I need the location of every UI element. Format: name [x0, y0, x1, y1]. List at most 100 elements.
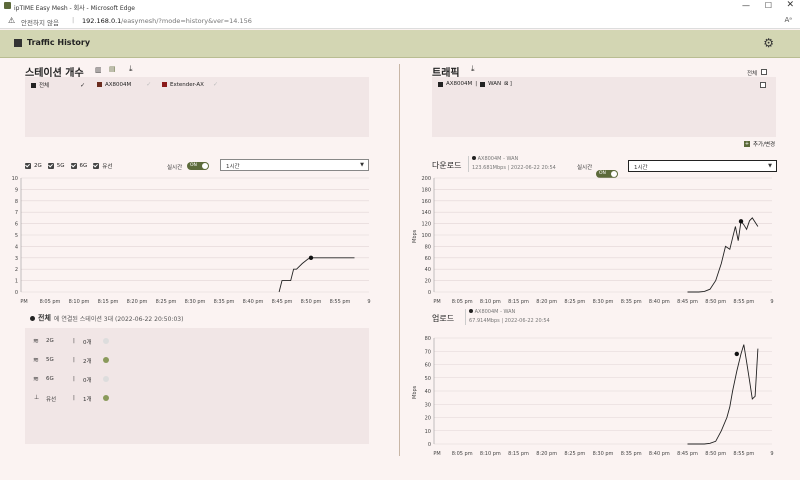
x-tick-label: 8:20 pm [536, 299, 557, 305]
chevron-down-icon: ▼ [360, 162, 364, 168]
station-legend-panel: 전체 ✓ AX8004M ✓ Extender-AX ✓ [25, 77, 369, 137]
band-count-panel: ≋ 2G | 0개 ≋ 5G | 2개 ≋ 6G | 0개 ⊥ 유선 | 1개 [25, 328, 369, 444]
download-icon[interactable]: ⤓ [129, 64, 133, 74]
add-change-button[interactable]: + 추가/변경 [744, 140, 775, 148]
checkbox-icon [70, 163, 77, 169]
traffic-legend-panel: AX8004M | WAN ⊠ ] [432, 77, 776, 137]
y-tick-label: 40 [425, 389, 431, 395]
filter-6g[interactable]: 6G [70, 162, 88, 170]
checkbox-icon [47, 163, 54, 169]
tooltip-name: AX8004M - WAN [474, 309, 516, 315]
y-tick-label: 60 [425, 363, 431, 369]
divider: | [475, 81, 478, 87]
expand-icon[interactable] [103, 376, 109, 382]
legend-swatch [97, 82, 102, 87]
x-tick-label: 8:05 pm [452, 299, 473, 305]
table-icon[interactable]: ▥ [95, 66, 102, 74]
divider: | [73, 395, 75, 401]
y-tick-label: 100 [421, 233, 431, 239]
range-select[interactable]: 1시간 ▼ [628, 160, 777, 172]
y-tick-label: 10 [425, 429, 431, 435]
x-tick-label: 8:10 pm [480, 299, 501, 305]
y-tick-label: 50 [425, 376, 431, 382]
excel-icon[interactable]: ▤ [109, 65, 116, 73]
y-tick-label: 6 [15, 222, 18, 228]
legend-checkbox[interactable] [760, 82, 766, 88]
wifi-icon: ≋ [33, 337, 39, 345]
x-tick-label: 9 [367, 299, 370, 305]
bullet-icon [472, 156, 476, 160]
filter-wired[interactable]: 유선 [93, 162, 112, 170]
download-tooltip: AX8004M - WAN 123.681Mbps | 2022-06-22 2… [472, 156, 556, 171]
band-row-5g: ≋ 5G | 2개 [33, 356, 133, 366]
x-tick-label: 9 [770, 451, 773, 457]
x-tick-label: 8:40 pm [649, 451, 670, 457]
x-tick-label: 8:25 pm [564, 299, 585, 305]
y-tick-label: 140 [421, 210, 431, 216]
legend-label: AX8004M [105, 81, 132, 88]
y-tick-label: 20 [425, 416, 431, 422]
x-tick-label: 8:15 pm [98, 299, 119, 305]
x-tick-label: 8:30 pm [185, 299, 206, 305]
realtime-label: 실시간 [577, 165, 593, 171]
filter-label: 6G [79, 163, 88, 169]
section-divider [399, 64, 400, 456]
x-tick-label: PM [20, 299, 27, 305]
y-tick-label: 0 [15, 290, 18, 296]
y-tick-label: 70 [425, 349, 431, 355]
x-tick-label: 8:10 pm [69, 299, 90, 305]
y-tick-label: 9 [15, 187, 18, 193]
x-tick-label: 8:25 pm [564, 451, 585, 457]
maximize-icon[interactable]: ☐ [765, 1, 772, 10]
filter-5g[interactable]: 5G [47, 162, 65, 170]
url-host: 192.168.0.1 [82, 17, 122, 25]
x-tick-label: 8:05 pm [40, 299, 61, 305]
legend-swatch [438, 81, 443, 87]
filter-2g[interactable]: 2G [25, 162, 42, 170]
legend-label: WAN [488, 81, 502, 87]
close-icon[interactable]: ✕ [786, 0, 794, 10]
x-tick-label: 8:35 pm [621, 299, 642, 305]
x-tick-label: 8:20 pm [536, 451, 557, 457]
legend-item-ax8004m-wan[interactable]: AX8004M | WAN ⊠ ] [438, 81, 512, 87]
band-label: 유선 [46, 397, 57, 403]
remove-icon[interactable]: ⊠ ] [504, 81, 512, 87]
window-titlebar: ipTIME Easy Mesh - 회사 - Microsoft Edge —… [0, 0, 800, 13]
check-icon: ✓ [212, 81, 218, 88]
legend-item-ax8004m[interactable]: AX8004M ✓ [97, 81, 151, 88]
realtime-toggle[interactable]: ON [187, 162, 209, 170]
upload-label: 업로드 [432, 314, 455, 323]
x-tick-label: 8:55 pm [330, 299, 351, 305]
settings-gear-icon[interactable]: ⚙ [763, 36, 774, 50]
highlight-point [734, 351, 739, 357]
divider: | [73, 357, 75, 363]
minimize-icon[interactable]: — [742, 1, 750, 10]
band-label: 2G [46, 338, 54, 344]
read-aloud-icon[interactable]: Aᵃ [784, 16, 792, 24]
download-icon[interactable]: ⤓ [471, 64, 475, 74]
legend-item-extender-ax[interactable]: Extender-AX ✓ [162, 81, 218, 88]
all-label: 전체 [747, 71, 758, 77]
y-tick-label: 160 [421, 199, 431, 205]
legend-label: 전체 [39, 83, 50, 89]
y-tick-label: 0 [428, 442, 431, 448]
band-label: 5G [46, 357, 54, 363]
toggle-label: ON [190, 163, 197, 168]
y-tick-label: 20 [425, 279, 431, 285]
expand-icon[interactable] [103, 357, 109, 363]
wifi-icon: ≋ [33, 375, 39, 383]
expand-icon[interactable] [103, 338, 109, 344]
series-line [687, 344, 759, 445]
x-tick-label: 8:55 pm [733, 299, 754, 305]
legend-item-all[interactable]: 전체 ✓ [31, 81, 85, 89]
station-count-chart: 0 1 2 3 4 5 6 7 8 9 10 PM 8:05 pm 8:10 pm 8:15 pm 8:20 … [12, 176, 371, 305]
range-select[interactable]: 1시간 ▼ [220, 159, 369, 171]
y-tick-label: 120 [421, 222, 431, 228]
upload-chart: 0 10 20 30 40 50 60 70 80 PM 8:05 pm 8:10 pm 8:15 pm… [412, 336, 774, 457]
warning-icon: ⚠ [8, 16, 16, 25]
summary-name: 전체 [38, 314, 51, 322]
x-tick-label: 8:05 pm [452, 451, 473, 457]
expand-icon[interactable] [103, 395, 109, 401]
all-checkbox[interactable] [761, 69, 767, 75]
address-bar[interactable]: ⚠ 안전하지 않음 | 192.168.0.1 /easymesh/?mode=… [0, 13, 800, 29]
